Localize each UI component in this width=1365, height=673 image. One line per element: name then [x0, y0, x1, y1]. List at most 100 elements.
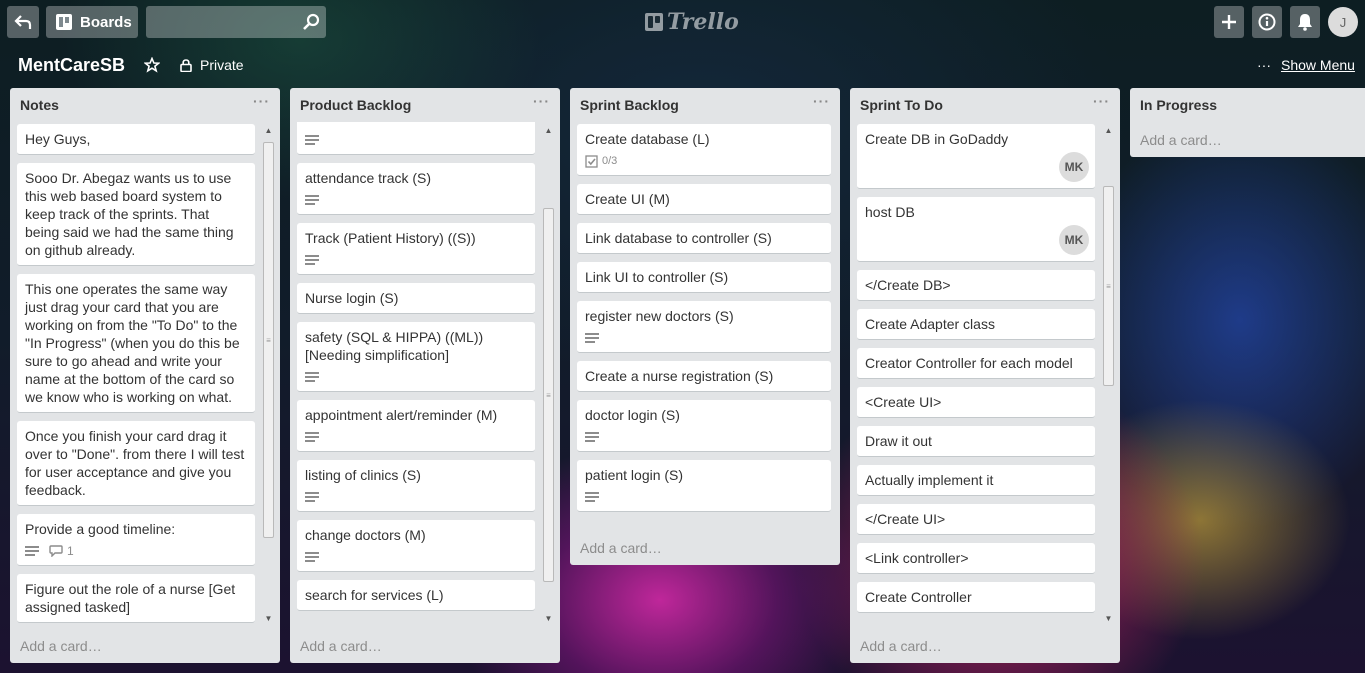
card[interactable]: attendance track (S) — [297, 163, 535, 215]
card-title: attendance track (S) — [305, 170, 432, 186]
description-icon — [305, 431, 319, 443]
card-title: Create Adapter class — [865, 316, 995, 332]
card-title: Provide a good timeline: — [25, 521, 176, 537]
list-menu-icon[interactable]: ··· — [1093, 94, 1110, 108]
card-title: Figure out the role of a nurse [Get assi… — [25, 581, 236, 615]
card-title: Create DB in GoDaddy — [865, 131, 1009, 147]
visibility-button[interactable]: Private — [180, 57, 244, 73]
notifications-button[interactable] — [1290, 6, 1320, 38]
card[interactable]: doctor login (S) — [577, 400, 831, 452]
card[interactable]: <Create UI> — [857, 387, 1095, 418]
card-title: This one operates the same way just drag… — [25, 281, 240, 405]
list-title[interactable]: Product Backlog — [300, 97, 411, 113]
list-title[interactable]: Sprint To Do — [860, 97, 943, 113]
add-card-link[interactable]: Add a card… — [20, 638, 102, 654]
card[interactable]: This one operates the same way just drag… — [17, 274, 255, 413]
card[interactable]: <Link controller> — [857, 543, 1095, 574]
card[interactable]: Sooo Dr. Abegaz wants us to use this web… — [17, 163, 255, 266]
scroll-up-icon[interactable]: ▲ — [262, 124, 275, 136]
scrollbar[interactable]: ▲ ≡ ▼ — [542, 122, 555, 624]
list-menu-icon[interactable]: ··· — [253, 94, 270, 108]
scroll-down-icon[interactable]: ▼ — [542, 612, 555, 624]
card[interactable]: safety (SQL & HIPPA) ((ML)) [Needing sim… — [297, 322, 535, 392]
scrollbar[interactable]: ▲ ≡ ▼ — [1102, 122, 1115, 624]
card[interactable]: Once you finish your card drag it over t… — [17, 421, 255, 506]
description-icon — [305, 134, 319, 146]
card[interactable]: Nurse login (S) — [297, 283, 535, 314]
member-initials: MK — [1064, 160, 1084, 174]
card[interactable]: search for services (L) — [297, 580, 535, 611]
card-title: Once you finish your card drag it over t… — [25, 428, 245, 498]
card[interactable]: Create UI (M) — [577, 184, 831, 215]
card[interactable]: change doctors (M) — [297, 520, 535, 572]
card[interactable]: Draw it out — [857, 426, 1095, 457]
show-menu-button[interactable]: ··· Show Menu — [1257, 57, 1355, 73]
card[interactable]: Create database (L) 0/3 — [577, 124, 831, 176]
logo-text: Trello — [667, 9, 739, 35]
card[interactable]: </Create DB> — [857, 270, 1095, 301]
card[interactable]: Create DB in GoDaddy MK — [857, 124, 1095, 189]
trello-logo[interactable]: Trello — [645, 8, 739, 36]
description-icon — [305, 194, 319, 206]
card[interactable]: register new doctors (S) — [577, 301, 831, 353]
card[interactable]: Link UI to controller (S) — [577, 262, 831, 293]
card-badges — [585, 429, 823, 445]
card[interactable]: Link database to controller (S) — [577, 223, 831, 254]
user-avatar[interactable]: J — [1328, 7, 1358, 37]
card[interactable] — [297, 122, 535, 155]
card-badges — [305, 192, 527, 208]
list-title[interactable]: Notes — [20, 97, 59, 113]
search-icon[interactable] — [302, 13, 320, 31]
card[interactable]: Create Adapter class — [857, 309, 1095, 340]
add-card-link[interactable]: Add a card… — [1140, 132, 1222, 148]
bell-icon — [1298, 14, 1312, 31]
star-icon[interactable] — [144, 57, 160, 73]
boards-button[interactable]: Boards — [46, 6, 138, 38]
card[interactable]: Track (Patient History) ((S)) — [297, 223, 535, 275]
lock-icon — [180, 58, 192, 72]
scroll-down-icon[interactable]: ▼ — [1102, 612, 1115, 624]
board-title[interactable]: MentCareSB — [18, 55, 125, 76]
back-button[interactable] — [7, 6, 39, 38]
card[interactable]: Create a nurse registration (S) — [577, 361, 831, 392]
list-title[interactable]: Sprint Backlog — [580, 97, 679, 113]
card[interactable]: listing of clinics (S) — [297, 460, 535, 512]
card[interactable]: host DB MK — [857, 197, 1095, 262]
card[interactable]: patient login (S) — [577, 460, 831, 512]
card-title: Track (Patient History) ((S)) — [305, 230, 476, 246]
card-title: listing of clinics (S) — [305, 467, 421, 483]
list-sprint-backlog: Sprint Backlog ··· Create database (L) 0… — [570, 88, 840, 565]
list-menu-icon[interactable]: ··· — [813, 94, 830, 108]
list-title[interactable]: In Progress — [1140, 97, 1217, 113]
member-avatar[interactable]: MK — [1059, 225, 1089, 255]
card[interactable]: </Create UI> — [857, 504, 1095, 535]
add-card-link[interactable]: Add a card… — [580, 540, 662, 556]
scroll-up-icon[interactable]: ▲ — [1102, 124, 1115, 136]
add-card-link[interactable]: Add a card… — [300, 638, 382, 654]
card-title: change doctors (M) — [305, 527, 426, 543]
card-title: </Create DB> — [865, 277, 951, 293]
card[interactable]: Create Controller — [857, 582, 1095, 613]
add-card-link[interactable]: Add a card… — [860, 638, 942, 654]
scroll-thumb[interactable]: ≡ — [263, 142, 274, 538]
search-input[interactable] — [146, 6, 326, 38]
card[interactable]: Provide a good timeline: 1 — [17, 514, 255, 566]
card[interactable]: Creator Controller for each model — [857, 348, 1095, 379]
card-title: Sooo Dr. Abegaz wants us to use this web… — [25, 170, 234, 258]
member-avatar[interactable]: MK — [1059, 152, 1089, 182]
card-title: Create UI (M) — [585, 191, 670, 207]
card[interactable]: Figure out the role of a nurse [Get assi… — [17, 574, 255, 623]
card[interactable]: Hey Guys, — [17, 124, 255, 155]
add-button[interactable] — [1214, 6, 1244, 38]
scroll-thumb[interactable]: ≡ — [543, 208, 554, 582]
info-button[interactable] — [1252, 6, 1282, 38]
scroll-up-icon[interactable]: ▲ — [542, 124, 555, 136]
scrollbar[interactable]: ▲ ≡ ▼ — [262, 122, 275, 624]
trello-logo-icon — [645, 13, 663, 31]
list-header: Sprint Backlog ··· — [570, 88, 840, 122]
card[interactable]: Actually implement it — [857, 465, 1095, 496]
scroll-thumb[interactable]: ≡ — [1103, 186, 1114, 386]
list-menu-icon[interactable]: ··· — [533, 94, 550, 108]
card[interactable]: appointment alert/reminder (M) — [297, 400, 535, 452]
scroll-down-icon[interactable]: ▼ — [262, 612, 275, 624]
